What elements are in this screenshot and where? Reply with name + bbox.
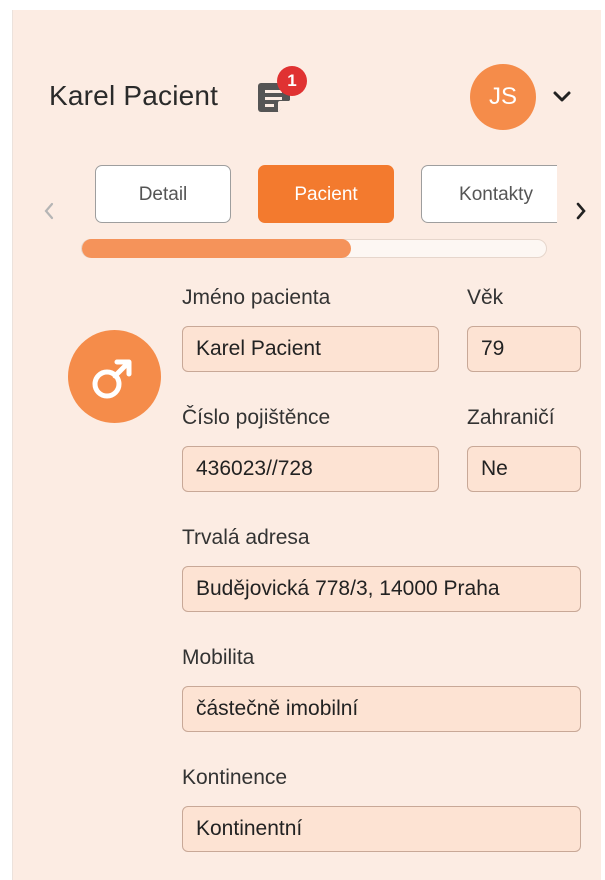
progress-bar <box>81 239 547 258</box>
address-field[interactable]: Budějovická 778/3, 14000 Praha <box>182 566 581 612</box>
progress-fill <box>82 239 351 258</box>
chevron-down-icon <box>553 91 571 102</box>
tab-pacient[interactable]: Pacient <box>258 165 394 223</box>
age-field[interactable]: 79 <box>467 326 581 372</box>
tabs-next-button[interactable] <box>571 196 591 226</box>
mobility-label: Mobilita <box>182 646 255 669</box>
tab-detail[interactable]: Detail <box>95 165 231 223</box>
foreign-field[interactable]: Ne <box>467 446 581 492</box>
page-title: Karel Pacient <box>49 80 219 111</box>
gender-badge <box>68 330 161 423</box>
male-icon <box>92 359 132 399</box>
continence-label: Kontinence <box>182 766 288 789</box>
mobility-field[interactable]: částečně imobilní <box>182 686 581 732</box>
user-menu-button[interactable] <box>550 85 574 109</box>
foreign-label: Zahraničí <box>467 406 555 429</box>
name-field[interactable]: Karel Pacient <box>182 326 439 372</box>
address-label: Trvalá adresa <box>182 526 310 549</box>
age-label: Věk <box>467 286 504 309</box>
notification-badge: 1 <box>277 66 307 96</box>
insurance-field[interactable]: 436023//728 <box>182 446 439 492</box>
patient-panel: Karel Pacient 1 JS Detail Pacient Kontak… <box>12 10 601 880</box>
name-label: Jméno pacienta <box>182 286 331 309</box>
tab-clip: Kontakty <box>421 165 557 223</box>
insurance-label: Číslo pojištěnce <box>182 406 331 429</box>
chevron-left-icon <box>44 202 54 220</box>
tabs-prev-button[interactable] <box>39 196 59 226</box>
continence-field[interactable]: Kontinentní <box>182 806 581 852</box>
tab-kontakty[interactable]: Kontakty <box>421 165 557 223</box>
user-avatar[interactable]: JS <box>470 64 536 130</box>
chevron-right-icon <box>576 202 586 220</box>
